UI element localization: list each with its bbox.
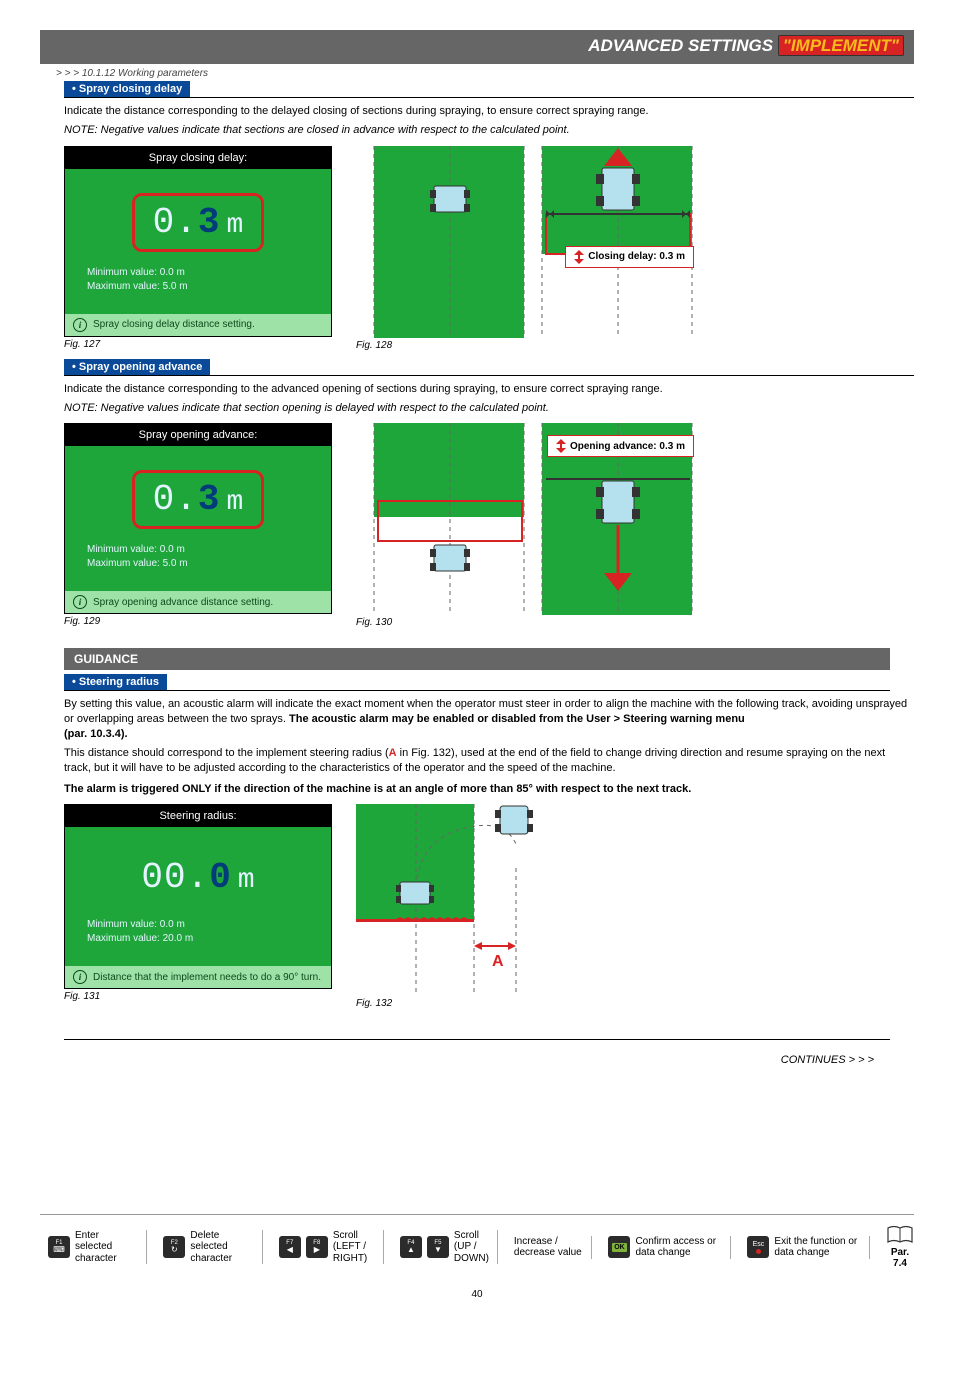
guidance-tag: • Steering radius [64, 674, 167, 690]
field-130-badge: Opening advance: 0.3 m [547, 435, 694, 457]
guidance-p1b-menu2: menu [712, 713, 744, 725]
device-screen-129: Spray opening advance: 0.3m Minimum valu… [64, 423, 332, 614]
device-127-value-leading: 0. [153, 202, 198, 243]
device-131-unit: m [238, 865, 255, 896]
fig-127-caption: Fig. 127 [64, 339, 332, 350]
guidance-p2: This distance should correspond to the i… [64, 746, 914, 776]
key-f2[interactable]: F2↻ [163, 1236, 185, 1258]
guidance-p1: By setting this value, an acoustic alarm… [64, 697, 914, 742]
header-title: ADVANCED SETTINGS "IMPLEMENT" [588, 36, 904, 56]
section-1-desc: Indicate the distance corresponding to t… [64, 104, 914, 119]
field-128-badge-text: Closing delay: 0.3 m [588, 251, 685, 262]
device-129-max: Maximum value: 5.0 m [87, 557, 309, 571]
updown-arrow-icon [556, 439, 566, 453]
device-129-title: Spray opening advance: [65, 424, 331, 446]
par-ref: Par.7.4 [891, 1247, 909, 1269]
section-2-desc: Indicate the distance corresponding to t… [64, 382, 914, 397]
device-131-info-bar: i Distance that the implement needs to d… [65, 966, 331, 988]
scroll-ud-text: Scroll(UP / DOWN) [454, 1230, 489, 1265]
section-2-tag-row: • Spray opening advance [64, 359, 914, 376]
fig-131-caption: Fig. 131 [64, 991, 332, 1002]
device-129-value: 0.3m [132, 470, 265, 529]
book-icon [886, 1225, 914, 1245]
device-127-value: 0.3m [132, 193, 265, 252]
section-1-tag: • Spray closing delay [64, 81, 190, 97]
device-129-unit: m [227, 487, 244, 518]
key-f4[interactable]: F4▲ [400, 1236, 422, 1258]
device-129-min: Minimum value: 0.0 m [87, 543, 309, 557]
device-127-max: Maximum value: 5.0 m [87, 280, 309, 294]
key-f7[interactable]: F7◀ [279, 1236, 301, 1258]
device-131-max: Maximum value: 20.0 m [87, 932, 309, 946]
guidance-p1b-bold: The acoustic alarm may be enabled or dis… [289, 713, 586, 725]
f1-text: Enter selected character [75, 1230, 138, 1265]
key-ok[interactable]: OK [608, 1236, 630, 1258]
continues-text: CONTINUES > > > [64, 1054, 874, 1066]
key-f1[interactable]: F1⌨ [48, 1236, 70, 1258]
fig-130-caption: Fig. 130 [356, 617, 696, 628]
device-127-info-bar: i Spray closing delay distance setting. [65, 314, 331, 336]
header-title-highlight: "IMPLEMENT" [778, 35, 904, 56]
device-129-info-text: Spray opening advance distance setting. [93, 597, 273, 608]
device-129-value-hot: 3 [198, 479, 221, 520]
incdec-text: Increase / decrease value [514, 1236, 584, 1259]
f2-text: Delete selected character [190, 1230, 253, 1265]
key-f8[interactable]: F8▶ [306, 1236, 328, 1258]
updown-arrow-icon [574, 250, 584, 264]
device-129-info-bar: i Spray opening advance distance setting… [65, 591, 331, 613]
device-127-value-hot: 3 [198, 202, 221, 243]
section-1-tag-row: • Spray closing delay [64, 81, 914, 98]
device-screen-131: Steering radius: 00.0m Minimum value: 0.… [64, 804, 332, 989]
guidance-marker-A-inline: A [389, 747, 397, 759]
esc-text: Exit the function or data change [774, 1236, 861, 1259]
device-screen-127: Spray closing delay: 0.3m Minimum value:… [64, 146, 332, 337]
field-130-badge-text: Opening advance: 0.3 m [570, 441, 685, 452]
scroll-lr-text: Scroll(LEFT / RIGHT) [333, 1230, 375, 1265]
header-title-plain: ADVANCED SETTINGS [588, 36, 778, 55]
guidance-menu-path: User > Steering warning [586, 713, 712, 725]
key-esc[interactable]: Esc [747, 1236, 769, 1258]
guidance-p3: The alarm is triggered ONLY if the direc… [64, 782, 914, 797]
key-f5[interactable]: F5▼ [427, 1236, 449, 1258]
device-131-value: 00.0m [123, 851, 272, 904]
ok-text: Confirm access or data change [635, 1236, 722, 1259]
device-131-min: Minimum value: 0.0 m [87, 918, 309, 932]
info-icon: i [73, 970, 87, 984]
section-2-note: NOTE: Negative values indicate that sect… [64, 401, 914, 416]
field-132-svg: A [356, 804, 576, 996]
device-129-value-leading: 0. [153, 479, 198, 520]
guidance-p1c: (par. 10.3.4). [64, 728, 128, 740]
page-number: 40 [40, 1289, 914, 1300]
marker-A-label: A [492, 953, 504, 970]
device-127-info-text: Spray closing delay distance setting. [93, 319, 255, 330]
device-127-min: Minimum value: 0.0 m [87, 266, 309, 280]
fig-129-caption: Fig. 129 [64, 616, 332, 627]
device-131-value-leading: 00. [141, 857, 209, 898]
bottom-divider [64, 1039, 890, 1040]
section-2-tag: • Spray opening advance [64, 359, 210, 375]
device-131-value-hot: 0 [209, 857, 232, 898]
footer: F1⌨ Enter selected character F2↻ Delete … [40, 1214, 914, 1300]
device-131-info-text: Distance that the implement needs to do … [93, 972, 321, 983]
device-127-title: Spray closing delay: [65, 147, 331, 169]
info-icon: i [73, 318, 87, 332]
fig-132-caption: Fig. 132 [356, 998, 576, 1009]
device-127-unit: m [227, 210, 244, 241]
fig-128-caption: Fig. 128 [356, 340, 696, 351]
guidance-tag-row: • Steering radius [64, 674, 890, 691]
field-diagram-132: A [356, 804, 576, 996]
guidance-p2a: This distance should correspond to the i… [64, 747, 389, 759]
field-diagram-128: Closing delay: 0.3 m [356, 146, 696, 338]
field-128-badge: Closing delay: 0.3 m [565, 246, 694, 268]
info-icon: i [73, 595, 87, 609]
guidance-header: GUIDANCE [64, 648, 890, 670]
section-1-note: NOTE: Negative values indicate that sect… [64, 123, 914, 138]
field-128-svg [356, 146, 696, 338]
breadcrumb: > > > 10.1.12 Working parameters [40, 64, 914, 81]
header-bar: ADVANCED SETTINGS "IMPLEMENT" [40, 30, 914, 62]
device-131-title: Steering radius: [65, 805, 331, 827]
field-diagram-130: Opening advance: 0.3 m [356, 423, 696, 615]
